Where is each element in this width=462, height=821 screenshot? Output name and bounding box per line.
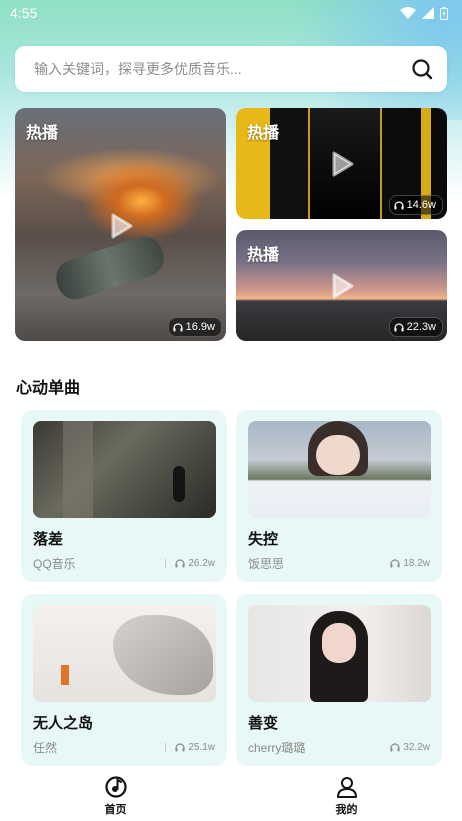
song-meta: 饭思思 18.2w bbox=[248, 555, 430, 572]
play-count: 25.1w bbox=[188, 742, 215, 753]
search-icon[interactable] bbox=[411, 58, 433, 80]
hot-tag: 热播 bbox=[26, 123, 59, 142]
play-count: 26.2w bbox=[188, 558, 215, 569]
hot-card-1[interactable]: 热播 16.9w bbox=[15, 108, 226, 341]
hot-card-2[interactable]: 热播 14.6w bbox=[236, 108, 447, 219]
song-artist: 饭思思 bbox=[248, 557, 285, 571]
song-cover-image bbox=[33, 421, 216, 518]
song-cover-image bbox=[33, 605, 216, 702]
tab-mine[interactable]: 我的 bbox=[231, 768, 462, 821]
divider bbox=[165, 743, 167, 752]
song-play-count: 32.2w bbox=[390, 742, 430, 753]
song-play-count: 25.1w bbox=[165, 742, 215, 753]
play-icon[interactable] bbox=[332, 273, 354, 299]
play-count: 22.3w bbox=[406, 321, 436, 333]
song-card-2[interactable]: 失控 饭思思 18.2w bbox=[236, 410, 442, 582]
status-icons bbox=[400, 6, 448, 20]
song-meta: cherry璐璐 32.2w bbox=[248, 739, 430, 756]
headphones-icon bbox=[390, 743, 400, 752]
play-icon[interactable] bbox=[111, 213, 133, 239]
tab-home-label: 首页 bbox=[104, 803, 127, 816]
section-title: 心动单曲 bbox=[16, 378, 81, 397]
hot-tag: 热播 bbox=[247, 123, 280, 142]
divider bbox=[165, 559, 167, 568]
play-count: 14.6w bbox=[406, 199, 436, 211]
search-bar[interactable]: 输入关键词，探寻更多优质音乐... bbox=[15, 46, 447, 92]
hot-tag: 热播 bbox=[247, 245, 280, 264]
headphones-icon bbox=[394, 200, 404, 209]
song-title: 善变 bbox=[248, 714, 279, 732]
play-count-badge: 14.6w bbox=[388, 195, 443, 215]
play-count: 32.2w bbox=[403, 742, 430, 753]
song-play-count: 26.2w bbox=[165, 558, 215, 569]
play-count-badge: 16.9w bbox=[167, 317, 222, 337]
song-card-1[interactable]: 落差 QQ音乐 26.2w bbox=[21, 410, 227, 582]
song-title: 失控 bbox=[248, 530, 279, 548]
song-meta: 任然 25.1w bbox=[33, 739, 215, 756]
battery-icon bbox=[440, 6, 448, 20]
song-cover-image bbox=[248, 605, 431, 702]
play-icon[interactable] bbox=[332, 151, 354, 177]
song-artist: QQ音乐 bbox=[33, 557, 76, 571]
tab-mine-label: 我的 bbox=[335, 803, 358, 816]
headphones-icon bbox=[394, 322, 404, 331]
headphones-icon bbox=[390, 559, 400, 568]
signal-icon bbox=[422, 7, 434, 19]
play-count: 18.2w bbox=[403, 558, 430, 569]
music-disc-icon bbox=[104, 776, 127, 798]
wifi-icon bbox=[400, 7, 416, 19]
song-artist: 任然 bbox=[33, 741, 58, 755]
song-title: 落差 bbox=[33, 530, 64, 548]
song-card-3[interactable]: 无人之岛 任然 25.1w bbox=[21, 594, 227, 766]
user-icon bbox=[336, 777, 357, 798]
headphones-icon bbox=[175, 743, 185, 752]
song-play-count: 18.2w bbox=[390, 558, 430, 569]
play-count: 16.9w bbox=[185, 321, 215, 333]
song-cover-image bbox=[248, 421, 431, 518]
status-time: 4:55 bbox=[10, 5, 38, 21]
headphones-icon bbox=[175, 559, 185, 568]
headphones-icon bbox=[173, 322, 183, 331]
tab-home[interactable]: 首页 bbox=[0, 768, 231, 821]
hot-card-3[interactable]: 热播 22.3w bbox=[236, 230, 447, 341]
song-meta: QQ音乐 26.2w bbox=[33, 555, 215, 572]
search-input[interactable]: 输入关键词，探寻更多优质音乐... bbox=[34, 59, 411, 79]
song-title: 无人之岛 bbox=[33, 714, 94, 732]
status-bar: 4:55 bbox=[0, 0, 462, 26]
bottom-tab-bar: 首页 我的 bbox=[0, 768, 462, 821]
song-artist: cherry璐璐 bbox=[248, 741, 306, 755]
play-count-badge: 22.3w bbox=[388, 317, 443, 337]
song-card-4[interactable]: 善变 cherry璐璐 32.2w bbox=[236, 594, 442, 766]
